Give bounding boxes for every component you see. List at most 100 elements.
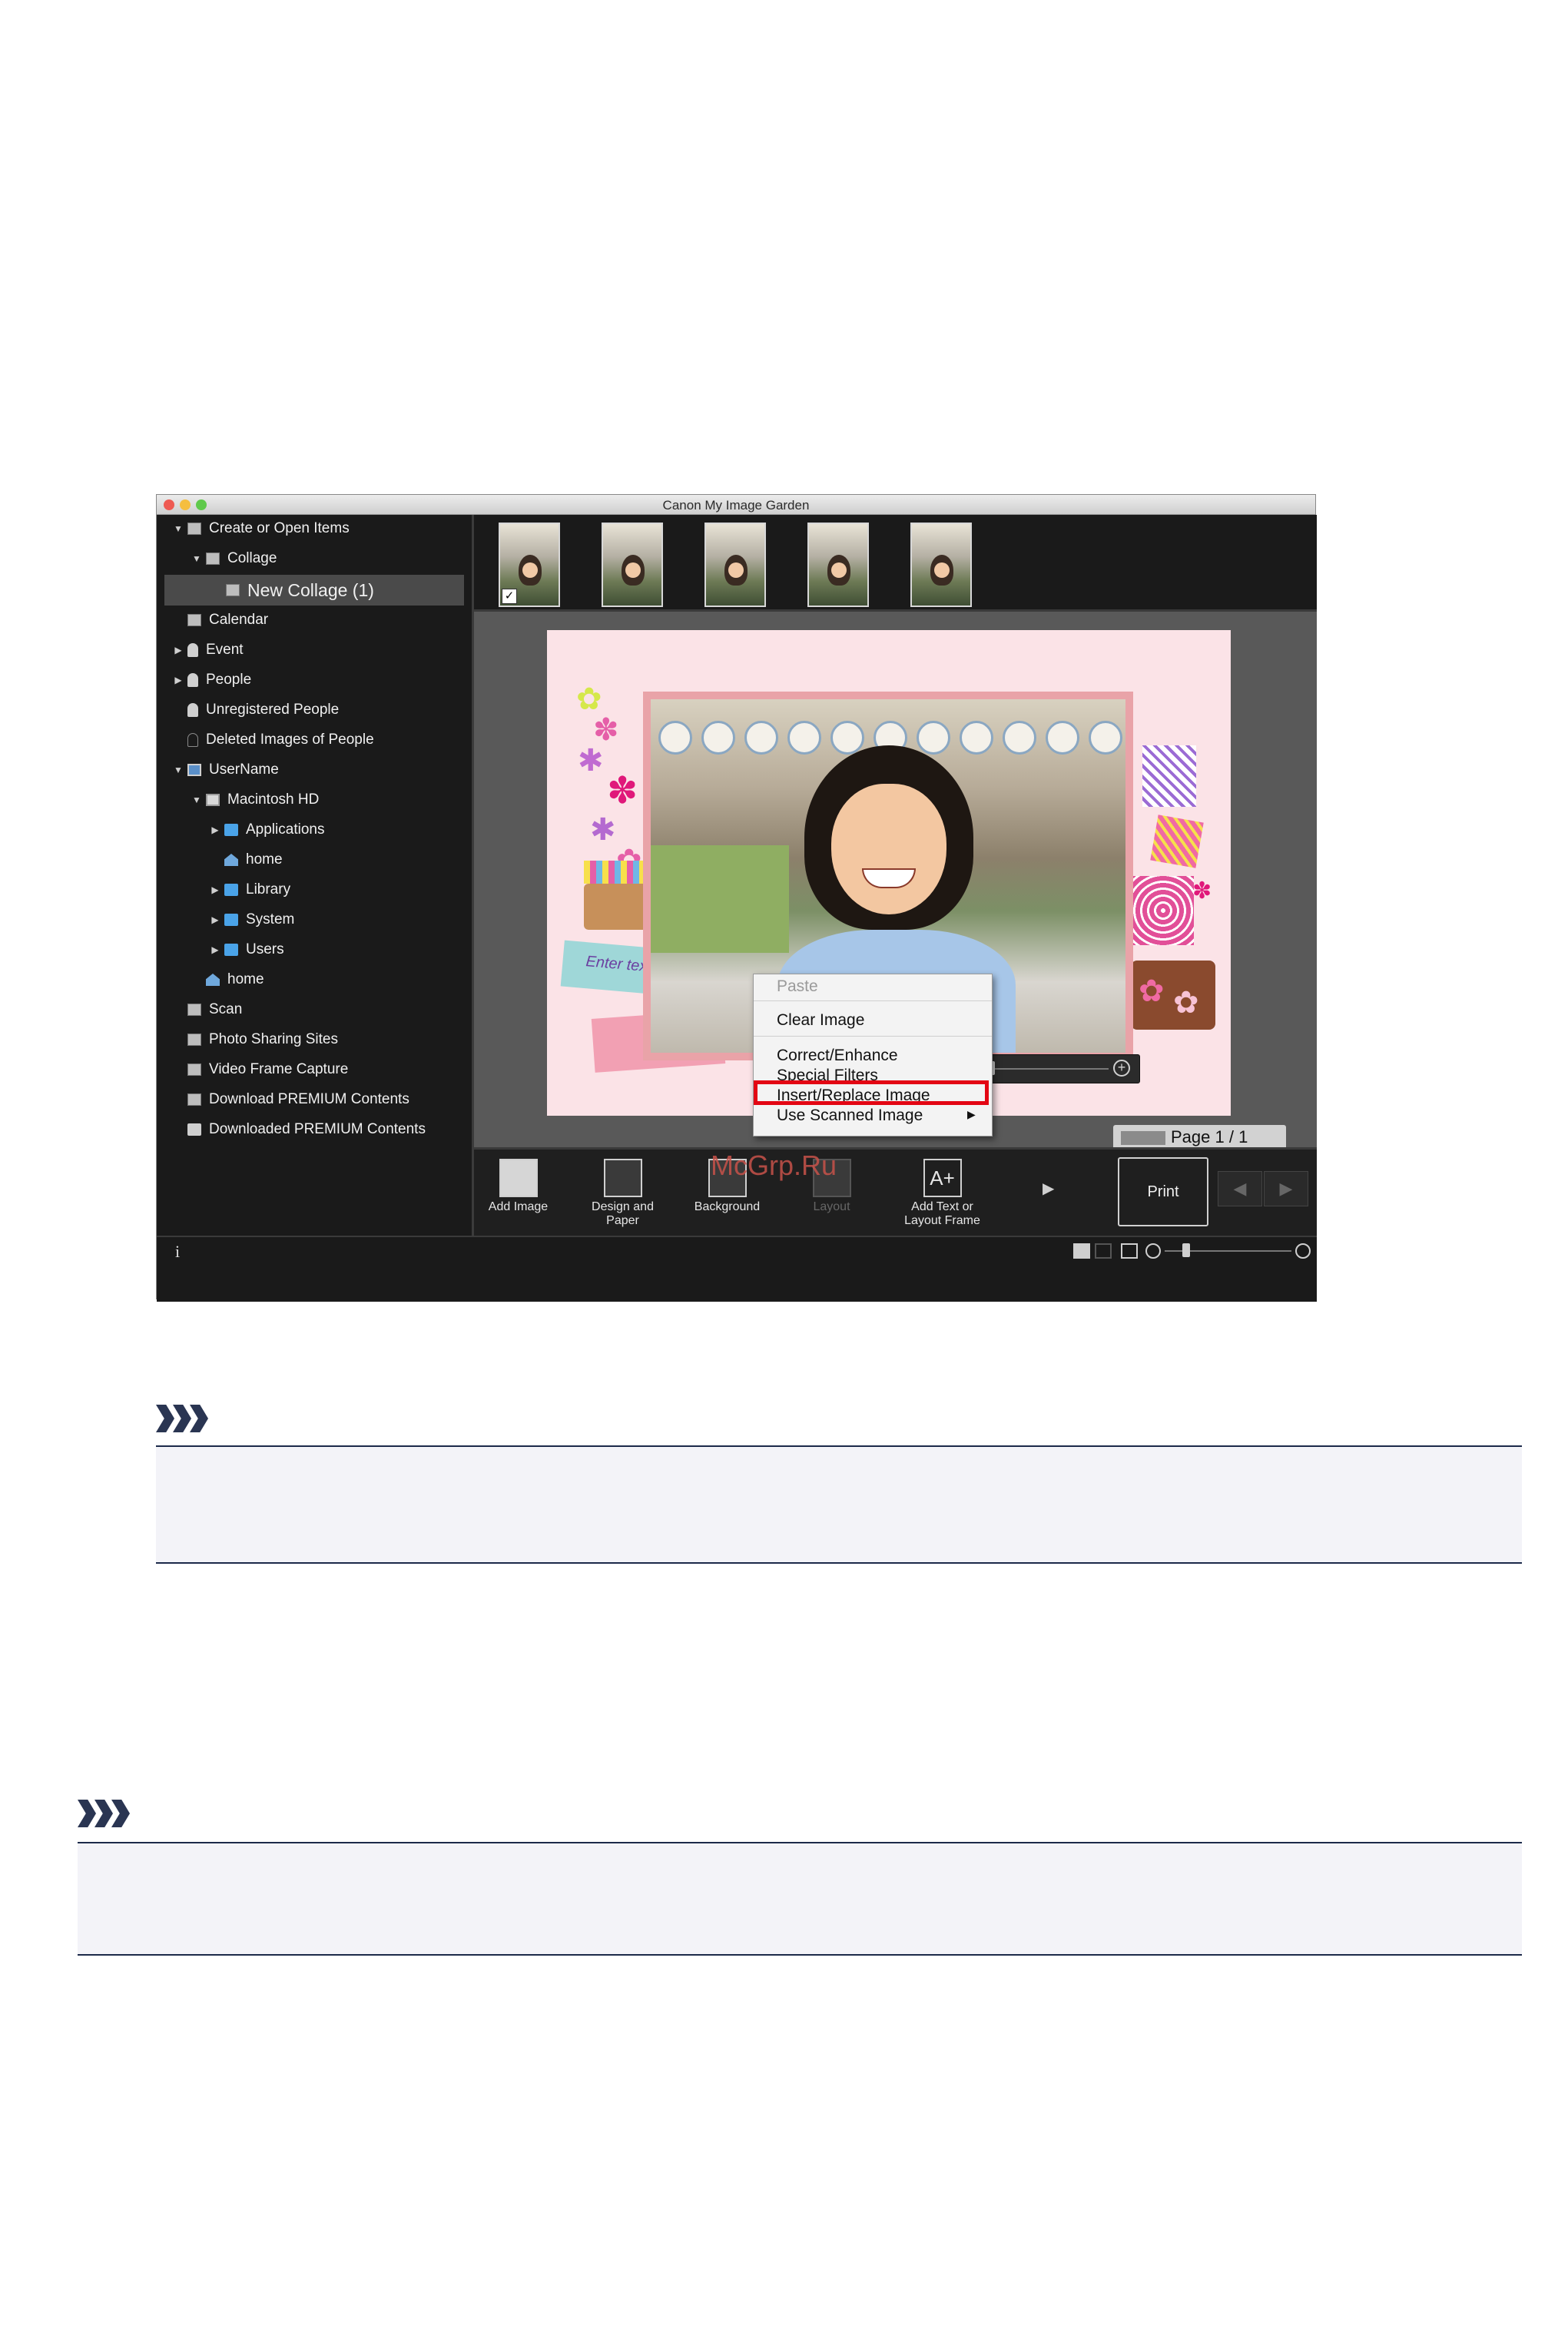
design-and-paper-button[interactable]: Design and Paper — [578, 1159, 667, 1228]
sidebar-item-label: home — [227, 971, 264, 987]
sidebar-item-label: Video Frame Capture — [209, 1061, 349, 1077]
menu-item-use-scanned-image[interactable]: Use Scanned Image — [777, 1107, 923, 1125]
info-icon[interactable]: i — [175, 1242, 180, 1262]
status-bar: i — [157, 1236, 1317, 1302]
sidebar-item-download-premium[interactable]: Download PREMIUM Contents — [172, 1087, 409, 1112]
deleted-person-icon — [187, 733, 198, 747]
image-thumbnail[interactable]: ✓ — [499, 523, 560, 607]
sidebar-item-new-collage[interactable]: New Collage (1) — [164, 575, 464, 606]
submenu-arrow-icon: ▶ — [967, 1108, 976, 1120]
create-items-icon — [187, 523, 201, 535]
add-image-button[interactable]: Add Image — [474, 1159, 562, 1214]
sidebar-item-downloaded-premium[interactable]: Downloaded PREMIUM Contents — [172, 1117, 426, 1142]
view-full-icon[interactable] — [1073, 1243, 1090, 1259]
disclosure-open-icon[interactable]: ▼ — [172, 765, 184, 775]
collage-doc-icon — [226, 584, 240, 596]
view-split-icon[interactable] — [1095, 1243, 1112, 1259]
gift-decoration — [1132, 876, 1194, 945]
home-icon — [224, 854, 238, 866]
sidebar-item-label: Macintosh HD — [227, 791, 320, 808]
image-thumbnail[interactable] — [910, 523, 972, 607]
menu-item-clear-image[interactable]: Clear Image — [777, 1011, 864, 1030]
menu-item-correct-enhance[interactable]: Correct/Enhance — [777, 1047, 898, 1065]
sidebar-item-label: Create or Open Items — [209, 520, 350, 536]
add-text-or-layout-frame-button[interactable]: A+ Add Text or Layout Frame — [898, 1159, 986, 1228]
computer-icon — [187, 764, 201, 776]
disclosure-closed-icon[interactable]: ▶ — [172, 645, 184, 655]
sidebar-item-label: Calendar — [209, 612, 269, 628]
sidebar-item-scan[interactable]: Scan — [172, 997, 242, 1022]
print-button[interactable]: Print — [1118, 1157, 1208, 1226]
sidebar-item-calendar[interactable]: Calendar — [172, 608, 268, 632]
flower-decoration-icon: ✽ — [1192, 878, 1212, 904]
disclosure-closed-icon[interactable]: ▶ — [209, 944, 221, 955]
sidebar: ▼ Create or Open Items ▼ Collage New Col… — [157, 515, 474, 1236]
calendar-icon — [187, 614, 201, 626]
image-thumbnail[interactable] — [704, 523, 766, 607]
unregistered-person-icon — [187, 703, 198, 717]
sidebar-item-create-or-open-items[interactable]: ▼ Create or Open Items — [172, 516, 350, 541]
edit-area: ✿ ✽ ✱ ✽ ✱ ✿ Enter text ✽ ✿ ✿ — [474, 609, 1317, 1150]
more-tools-arrow-icon[interactable]: ▶ — [1043, 1179, 1054, 1198]
folder-icon — [224, 914, 238, 926]
disclosure-closed-icon[interactable]: ▶ — [209, 914, 221, 925]
zoom-out-icon[interactable] — [1145, 1243, 1161, 1259]
sidebar-item-event[interactable]: ▶ Event — [172, 638, 244, 662]
home-icon — [206, 974, 220, 986]
zoom-in-icon[interactable] — [1295, 1243, 1311, 1259]
image-thumbnail[interactable] — [807, 523, 869, 607]
tool-label: Background — [694, 1200, 761, 1213]
sidebar-item-label: home — [246, 851, 283, 868]
sidebar-item-label: Library — [246, 881, 291, 898]
sidebar-item-label: Event — [206, 642, 244, 658]
sidebar-item-deleted-images-of-people[interactable]: Deleted Images of People — [172, 728, 374, 752]
zoom-in-icon[interactable]: + — [1113, 1060, 1130, 1077]
disclosure-closed-icon[interactable]: ▶ — [209, 825, 221, 835]
sidebar-item-label: Downloaded PREMIUM Contents — [209, 1121, 426, 1137]
sidebar-item-system[interactable]: ▶ System — [209, 908, 294, 932]
image-thumbnail[interactable] — [602, 523, 663, 607]
disclosure-closed-icon[interactable]: ▶ — [209, 884, 221, 895]
design-paper-icon — [603, 1159, 642, 1197]
sidebar-item-users[interactable]: ▶ Users — [209, 937, 283, 962]
disclosure-open-icon[interactable]: ▼ — [191, 553, 203, 564]
image-thumbnail-strip: ✓ — [474, 515, 1317, 609]
zoom-slider-thumb[interactable] — [1182, 1243, 1190, 1257]
sidebar-item-macintosh-hd[interactable]: ▼ Macintosh HD — [191, 788, 319, 812]
note-box — [156, 1445, 1522, 1564]
downloaded-folder-icon — [187, 1123, 201, 1136]
page-label: Page 1 / 1 — [1171, 1127, 1248, 1146]
page-thumbnail-icon — [1121, 1131, 1165, 1145]
sidebar-item-library[interactable]: ▶ Library — [209, 878, 290, 902]
note-heading-icon — [156, 1405, 233, 1432]
disclosure-open-icon[interactable]: ▼ — [172, 523, 184, 534]
sidebar-item-home-2[interactable]: home — [191, 967, 264, 992]
download-icon — [187, 1093, 201, 1106]
disclosure-closed-icon[interactable]: ▶ — [172, 675, 184, 685]
window-title: Canon My Image Garden — [662, 498, 810, 513]
gift-decoration — [1150, 815, 1204, 868]
sidebar-item-home[interactable]: home — [209, 848, 283, 872]
sidebar-item-label: Photo Sharing Sites — [209, 1031, 338, 1047]
sidebar-item-photo-sharing-sites[interactable]: Photo Sharing Sites — [172, 1027, 338, 1052]
disclosure-open-icon[interactable]: ▼ — [191, 795, 203, 805]
menu-item-paste[interactable]: Paste — [777, 977, 818, 996]
sidebar-item-unregistered-people[interactable]: Unregistered People — [172, 698, 339, 722]
checkbox-checked-icon[interactable]: ✓ — [502, 589, 517, 604]
next-page-button[interactable]: ▶ — [1264, 1171, 1308, 1206]
sidebar-item-collage[interactable]: ▼ Collage — [191, 546, 277, 571]
menu-separator — [754, 1036, 992, 1037]
previous-page-button[interactable]: ◀ — [1218, 1171, 1262, 1206]
fit-to-window-icon[interactable] — [1121, 1243, 1138, 1259]
sidebar-item-username[interactable]: ▼ UserName — [172, 758, 279, 782]
sidebar-item-people[interactable]: ▶ People — [172, 668, 251, 692]
tool-label: Add Text or Layout Frame — [904, 1200, 980, 1227]
tool-label: Layout — [813, 1200, 850, 1213]
context-menu: Paste Clear Image Correct/Enhance Specia… — [753, 974, 993, 1136]
sidebar-item-label: Scan — [209, 1001, 243, 1017]
flower-decoration-icon: ✿ — [1139, 974, 1165, 1008]
sidebar-item-label: Download PREMIUM Contents — [209, 1091, 409, 1107]
collage-page[interactable]: ✿ ✽ ✱ ✽ ✱ ✿ Enter text ✽ ✿ ✿ — [547, 630, 1231, 1136]
sidebar-item-applications[interactable]: ▶ Applications — [209, 818, 324, 842]
sidebar-item-video-frame-capture[interactable]: Video Frame Capture — [172, 1057, 348, 1082]
